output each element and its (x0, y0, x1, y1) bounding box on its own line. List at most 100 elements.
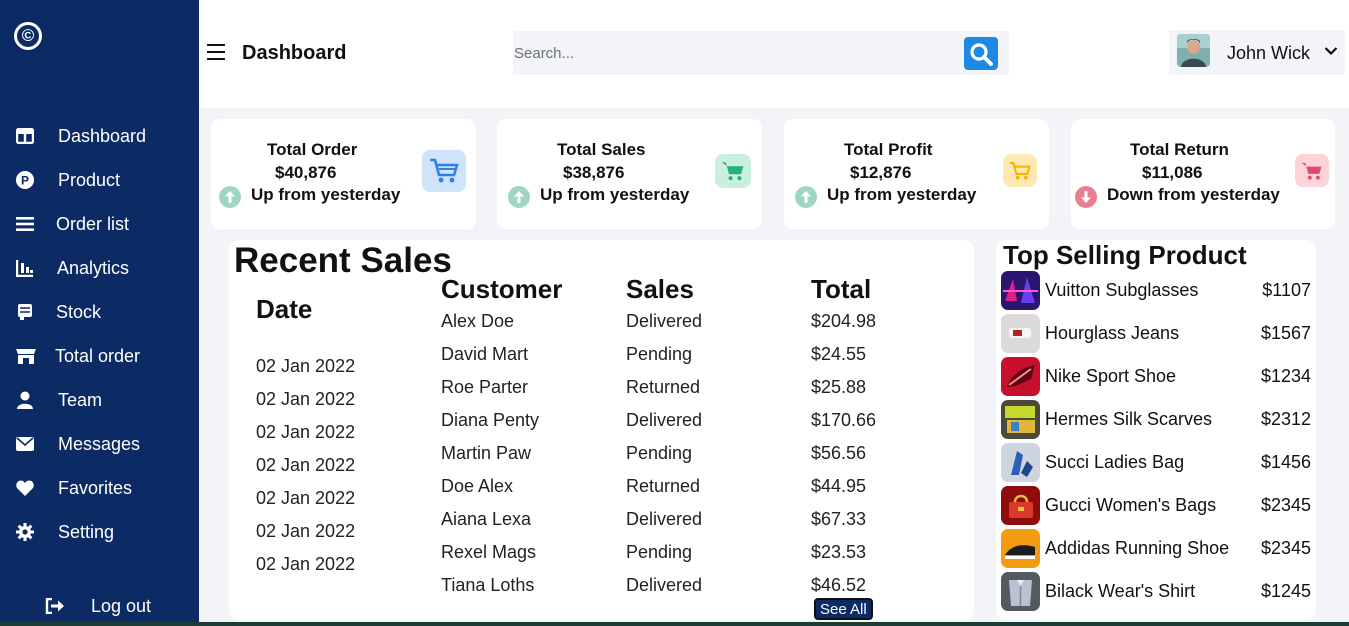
product-name: Hermes Silk Scarves (1045, 409, 1213, 429)
arrow-down-icon (1075, 186, 1097, 208)
logout-label: Log out (91, 595, 152, 616)
sales-status-cell: Delivered (626, 410, 703, 430)
sidebar-item-label: Stock (56, 301, 102, 322)
page-title: Dashboard (242, 42, 347, 64)
column-header-total: Total (811, 274, 872, 304)
sidebar-item-label: Dashboard (58, 125, 147, 146)
sidebar-item-label: Order list (56, 213, 130, 234)
cart-icon (1295, 154, 1329, 187)
see-all-button[interactable]: See All (814, 598, 873, 620)
user-menu[interactable]: John Wick (1169, 30, 1345, 75)
total-cell: $46.52 (811, 575, 867, 595)
customer-cell: Doe Alex (441, 476, 514, 496)
sidebar-item-label: Product (58, 169, 121, 190)
cart-icon (1003, 154, 1037, 187)
stat-card-total-sales: Total Sales $38,876 Up from yesterday (497, 119, 762, 229)
stat-title: Total Profit (844, 140, 933, 159)
arrow-up-icon (795, 186, 817, 208)
customer-cell: Aiana Lexa (441, 509, 532, 529)
recent-sales-title: Recent Sales (234, 241, 452, 280)
customer-cell: David Mart (441, 344, 529, 364)
sidebar-item-team[interactable]: Team (0, 382, 199, 418)
sidebar-item-label: Total order (55, 345, 141, 366)
svg-text:P: P (21, 174, 29, 188)
column-header-date: Date (256, 294, 313, 324)
sidebar-item-stock[interactable]: Stock (0, 294, 199, 330)
heart-icon (15, 478, 35, 498)
user-icon (15, 390, 35, 410)
stat-title: Total Order (267, 140, 358, 159)
sidebar-item-order-list[interactable]: Order list (0, 206, 199, 242)
logo: © (14, 22, 42, 50)
stat-value: $40,876 (275, 163, 337, 182)
sidebar-item-setting[interactable]: Setting (0, 514, 199, 550)
top-selling-title: Top Selling Product (1003, 240, 1247, 270)
logout-button[interactable]: Log out (0, 588, 199, 624)
dashboard-icon (15, 126, 35, 146)
column-header-sales: Sales (626, 274, 694, 304)
product-price: $1234 (1260, 366, 1311, 386)
logout-icon (45, 596, 65, 616)
search-bar (513, 31, 1009, 75)
search-button[interactable] (964, 37, 998, 70)
top-header: Dashboard John Wick (199, 0, 1349, 108)
product-row[interactable]: Hermes Silk Scarves $2312 (996, 400, 1316, 440)
product-row[interactable]: Hourglass Jeans $1567 (996, 314, 1316, 354)
sidebar-item-dashboard[interactable]: Dashboard (0, 118, 199, 154)
stat-card-total-profit: Total Profit $12,876 Up from yesterday (784, 119, 1049, 229)
total-cell: $67.33 (811, 509, 867, 529)
product-name: Succi Ladies Bag (1045, 452, 1185, 472)
product-name: Bilack Wear's Shirt (1045, 581, 1196, 601)
sidebar-item-label: Favorites (58, 477, 133, 498)
stat-title: Total Sales (557, 140, 646, 159)
user-name: John Wick (1227, 43, 1311, 63)
cart-icon (715, 154, 751, 188)
date-cell: 02 Jan 2022 (256, 455, 356, 475)
product-name: Addidas Running Shoe (1045, 538, 1230, 558)
bottom-strip (0, 622, 1349, 626)
product-thumbnail (1001, 314, 1040, 353)
stat-card-total-order: Total Order $40,876 Up from yesterday (211, 119, 476, 229)
customer-cell: Roe Parter (441, 377, 529, 397)
date-cell: 02 Jan 2022 (256, 422, 356, 442)
sidebar-item-favorites[interactable]: Favorites (0, 470, 199, 506)
sidebar-item-messages[interactable]: Messages (0, 426, 199, 462)
sales-status-cell: Pending (626, 344, 693, 364)
product-price: $2345 (1260, 495, 1311, 515)
product-thumbnail (1001, 271, 1040, 310)
date-cell: 02 Jan 2022 (256, 389, 356, 409)
sidebar-item-total-order[interactable]: Total order (0, 338, 199, 374)
product-row[interactable]: Vuitton Subglasses $1107 (996, 271, 1316, 311)
product-price: $1456 (1260, 452, 1311, 472)
product-row[interactable]: Succi Ladies Bag $1456 (996, 443, 1316, 483)
date-cell: 02 Jan 2022 (256, 554, 356, 574)
product-row[interactable]: Nike Sport Shoe $1234 (996, 357, 1316, 397)
search-input[interactable] (514, 31, 959, 75)
stat-value: $38,876 (563, 163, 625, 182)
envelope-icon (15, 434, 35, 454)
product-thumbnail (1001, 400, 1040, 439)
arrow-up-icon (219, 186, 241, 208)
sales-status-cell: Pending (626, 542, 693, 562)
sidebar-item-label: Analytics (57, 257, 130, 278)
column-header-customer: Customer (441, 274, 563, 304)
sidebar: © Dashboard P Product Order list Analyti… (0, 0, 199, 626)
list-icon (15, 214, 35, 234)
product-thumbnail (1001, 529, 1040, 568)
product-row[interactable]: Bilack Wear's Shirt $1245 (996, 572, 1316, 612)
total-cell: $56.56 (811, 443, 867, 463)
sidebar-item-product[interactable]: P Product (0, 162, 199, 198)
customer-cell: Tiana Loths (441, 575, 535, 595)
product-row[interactable]: Addidas Running Shoe $2345 (996, 529, 1316, 569)
cart-icon (422, 150, 466, 192)
total-cell: $170.66 (811, 410, 877, 430)
sidebar-item-analytics[interactable]: Analytics (0, 250, 199, 286)
customer-cell: Martin Paw (441, 443, 532, 463)
hamburger-menu-icon[interactable] (207, 44, 225, 60)
date-cell: 02 Jan 2022 (256, 488, 356, 508)
product-price: $2345 (1260, 538, 1311, 558)
product-row[interactable]: Gucci Women's Bags $2345 (996, 486, 1316, 526)
sales-status-cell: Pending (626, 443, 693, 463)
total-cell: $204.98 (811, 311, 877, 331)
product-name: Hourglass Jeans (1045, 323, 1180, 343)
